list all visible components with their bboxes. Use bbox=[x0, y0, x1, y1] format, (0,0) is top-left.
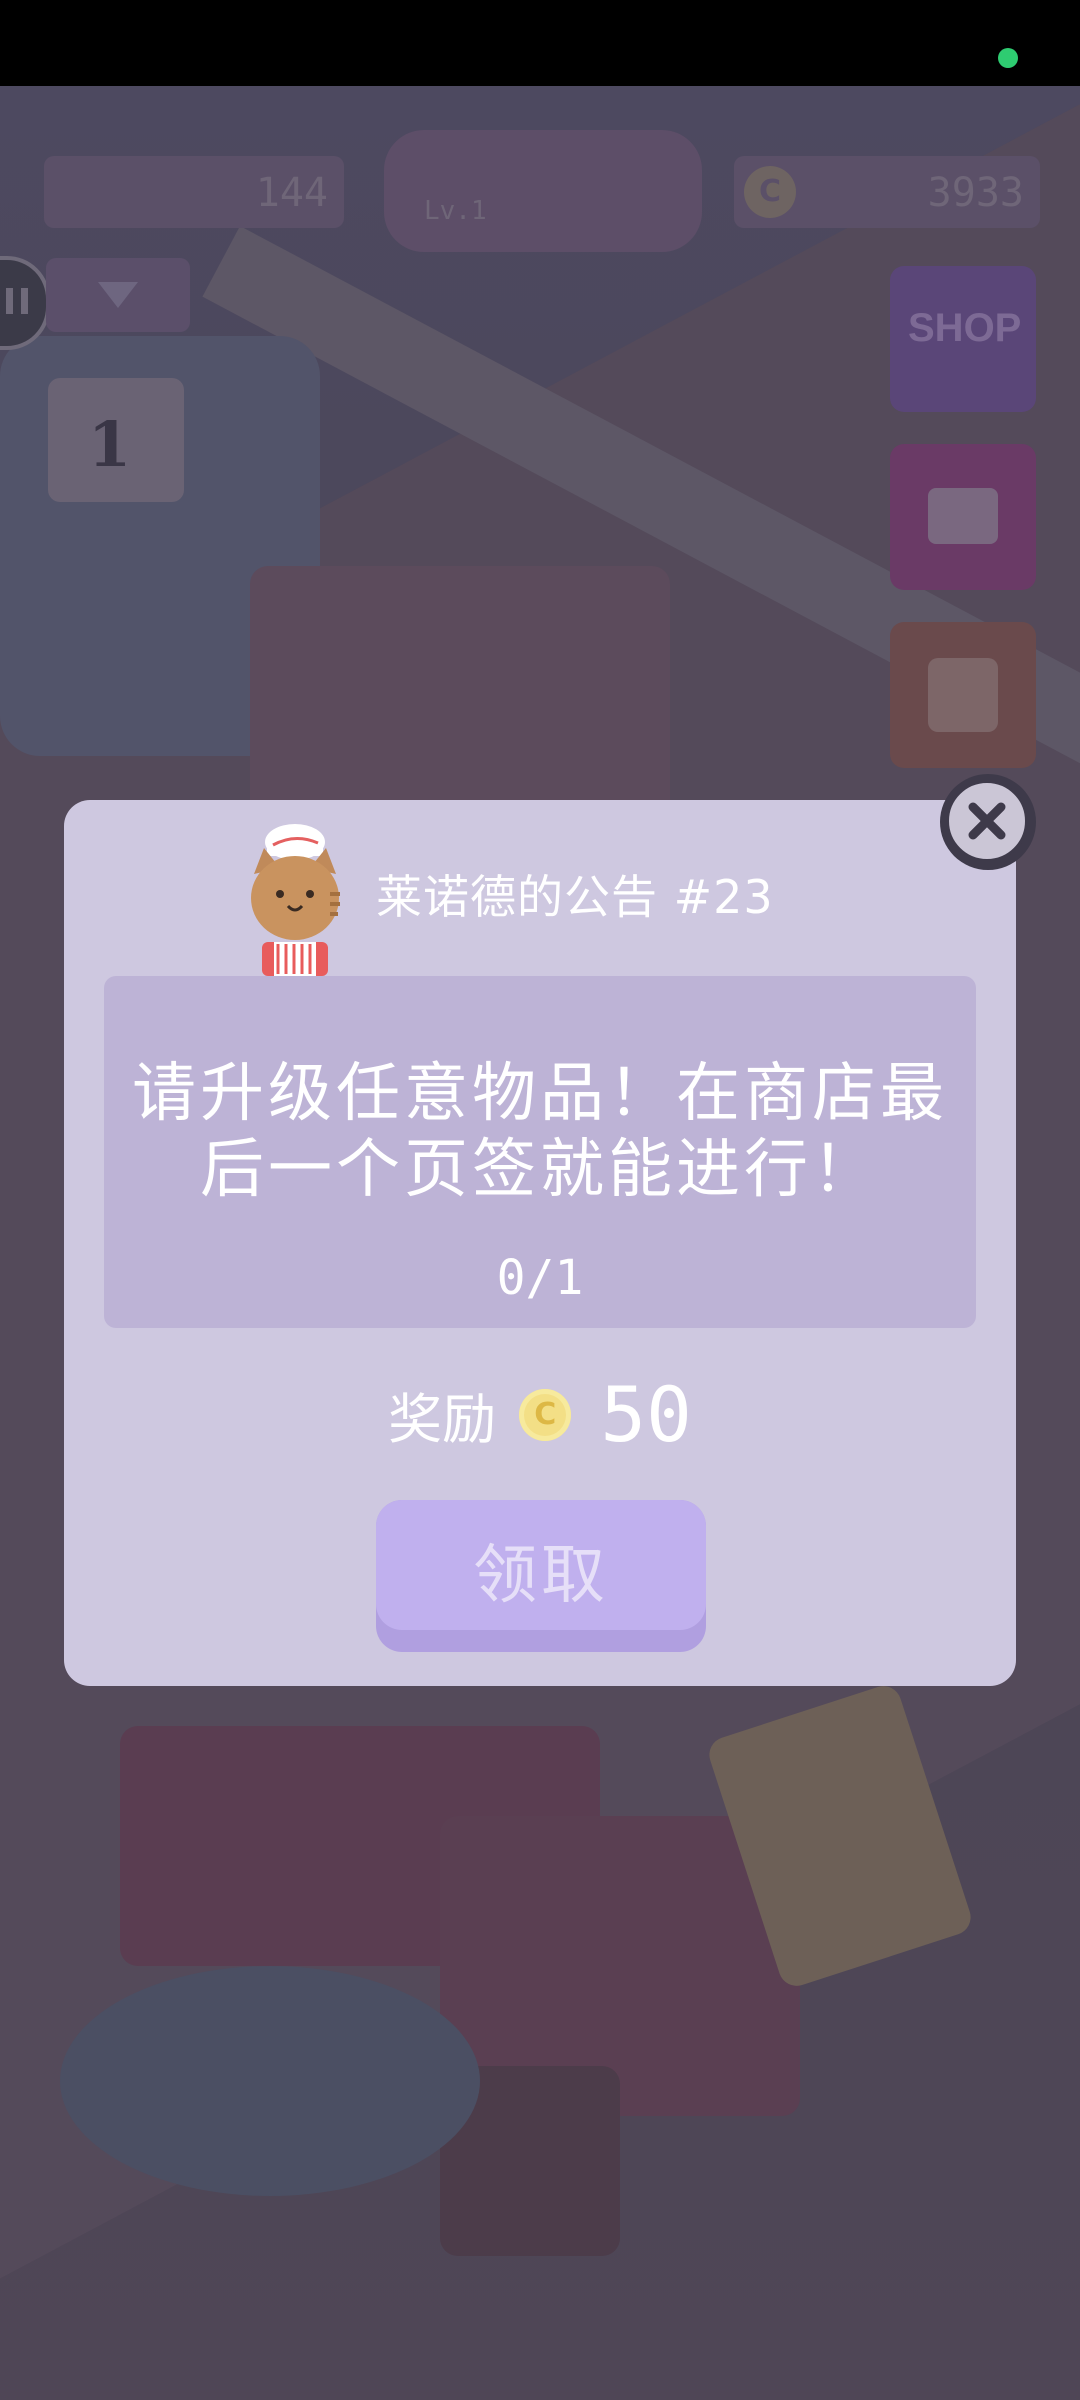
coin-balance[interactable]: C 3933 bbox=[734, 156, 1040, 228]
shop-button[interactable]: SHOP bbox=[890, 266, 1036, 412]
task-progress: 0/1 bbox=[496, 1250, 584, 1306]
task-box: 请升级任意物品！在商店最后一个页签就能进行！ 0/1 bbox=[104, 976, 976, 1328]
calendar-day: 1 bbox=[88, 408, 132, 481]
claim-button-label: 领取 bbox=[473, 1539, 609, 1613]
rug-decoration bbox=[60, 1966, 480, 2196]
status-indicator-dot bbox=[998, 48, 1018, 68]
close-icon bbox=[946, 780, 1028, 862]
shirt-icon bbox=[928, 658, 998, 732]
resource-counter[interactable]: 144 bbox=[44, 156, 344, 228]
task-description: 请升级任意物品！在商店最后一个页签就能进行！ bbox=[132, 1057, 948, 1207]
claim-button-face: 领取 bbox=[376, 1500, 706, 1630]
shop-cart-icon: SHOP bbox=[908, 306, 1022, 350]
reward-row: 奖励 C 50 bbox=[0, 1370, 1080, 1470]
chevron-down-icon bbox=[98, 282, 138, 308]
level-banner[interactable]: Lv.1 bbox=[384, 130, 702, 252]
close-button[interactable] bbox=[940, 774, 1036, 870]
daily-calendar-button[interactable]: 1 bbox=[48, 378, 184, 502]
resource-count: 144 bbox=[255, 170, 328, 216]
treasure-chest-icon bbox=[928, 488, 998, 544]
coin-icon: C bbox=[744, 166, 796, 218]
coin-balance-value: 3933 bbox=[927, 170, 1024, 216]
treasure-chest-button[interactable] bbox=[890, 444, 1036, 590]
dialog-title: 莱诺德的公告 #23 bbox=[376, 870, 774, 924]
coin-icon: C bbox=[519, 1388, 572, 1441]
cat-chef-icon bbox=[251, 824, 340, 976]
level-label: Lv.1 bbox=[424, 196, 487, 226]
claim-button[interactable]: 领取 bbox=[376, 1500, 706, 1652]
outfit-button[interactable] bbox=[890, 622, 1036, 768]
reward-label: 奖励 bbox=[388, 1388, 497, 1451]
furniture-decoration bbox=[250, 566, 670, 826]
pause-icon bbox=[6, 288, 28, 314]
dropdown-button[interactable] bbox=[46, 258, 190, 332]
status-bar bbox=[0, 0, 1080, 86]
reward-amount: 50 bbox=[600, 1370, 692, 1459]
